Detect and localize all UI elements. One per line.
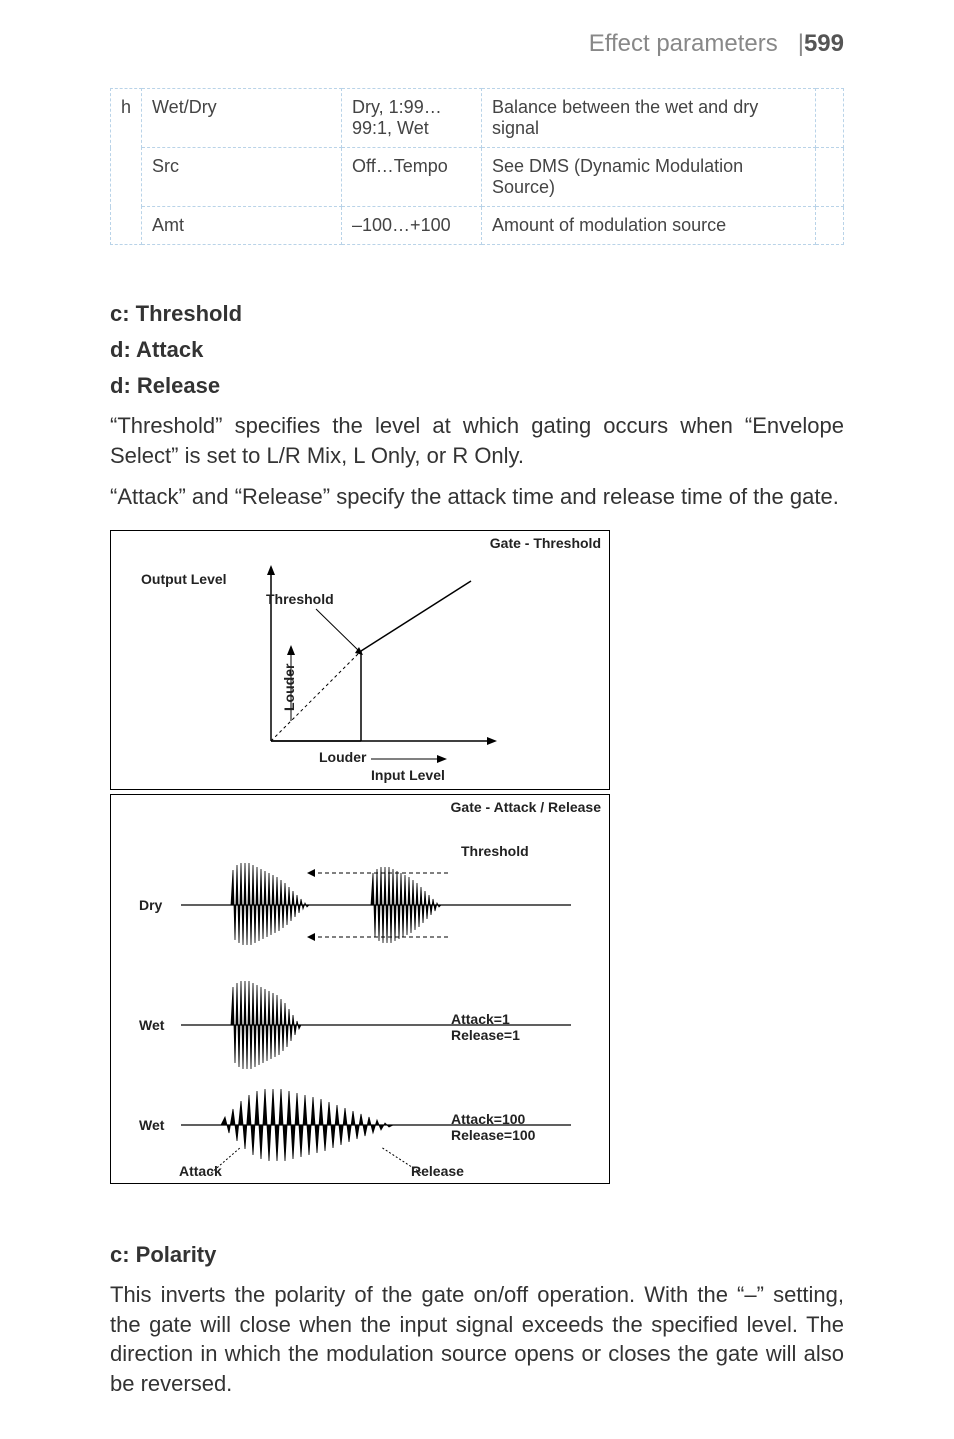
row-wet1-label: Wet	[139, 1017, 164, 1033]
param-desc: Balance between the wet and dry signal	[482, 89, 816, 148]
param-range: Dry, 1:99…99:1, Wet	[342, 89, 482, 148]
param-name: Wet/Dry	[142, 89, 342, 148]
attack-pointer-label: Attack	[179, 1163, 222, 1179]
header-page-number: 599	[804, 30, 844, 57]
table-row: Amt –100…+100 Amount of modulation sourc…	[111, 207, 844, 245]
louder-y-label: Louder	[281, 664, 297, 711]
param-desc: See DMS (Dynamic Modulation Source)	[482, 148, 816, 207]
paragraph-threshold-desc: “Threshold” specifies the level at which…	[110, 411, 844, 470]
heading-polarity: c: Polarity	[110, 1242, 844, 1268]
paragraph-attack-release-desc: “Attack” and “Release” specify the attac…	[110, 482, 844, 512]
row-dry-label: Dry	[139, 897, 162, 913]
table-row: Src Off…Tempo See DMS (Dynamic Modulatio…	[111, 148, 844, 207]
attack-release-plot-svg	[111, 795, 611, 1185]
diagram-gate-threshold: Gate - Threshold Output Level	[110, 530, 610, 790]
release-1-label: Release=1	[451, 1027, 520, 1043]
attack-100-label: Attack=100	[451, 1111, 525, 1127]
heading-threshold: c: Threshold	[110, 301, 844, 327]
threshold-label: Threshold	[461, 843, 529, 859]
x-axis-label: Input Level	[371, 767, 445, 783]
release-100-label: Release=100	[451, 1127, 535, 1143]
paragraph-polarity-desc: This inverts the polarity of the gate on…	[110, 1280, 844, 1399]
table-row: h Wet/Dry Dry, 1:99…99:1, Wet Balance be…	[111, 89, 844, 148]
row-index: h	[111, 89, 142, 245]
heading-release: d: Release	[110, 373, 844, 399]
attack-1-label: Attack=1	[451, 1011, 510, 1027]
param-range: Off…Tempo	[342, 148, 482, 207]
louder-x-label: Louder	[319, 749, 366, 765]
page-header: Effect parameters |599	[110, 30, 844, 58]
param-name: Amt	[142, 207, 342, 245]
param-range: –100…+100	[342, 207, 482, 245]
row-trailer	[816, 89, 844, 148]
heading-attack: d: Attack	[110, 337, 844, 363]
diagram-gate-attack-release: Gate - Attack / Release	[110, 794, 610, 1184]
parameter-table: h Wet/Dry Dry, 1:99…99:1, Wet Balance be…	[110, 88, 844, 245]
param-name: Src	[142, 148, 342, 207]
threshold-pointer-label: Threshold	[266, 591, 334, 607]
row-trailer	[816, 207, 844, 245]
row-wet2-label: Wet	[139, 1117, 164, 1133]
param-desc: Amount of modulation source	[482, 207, 816, 245]
release-pointer-label: Release	[411, 1163, 464, 1179]
header-section-title: Effect parameters	[589, 30, 778, 57]
row-trailer	[816, 148, 844, 207]
